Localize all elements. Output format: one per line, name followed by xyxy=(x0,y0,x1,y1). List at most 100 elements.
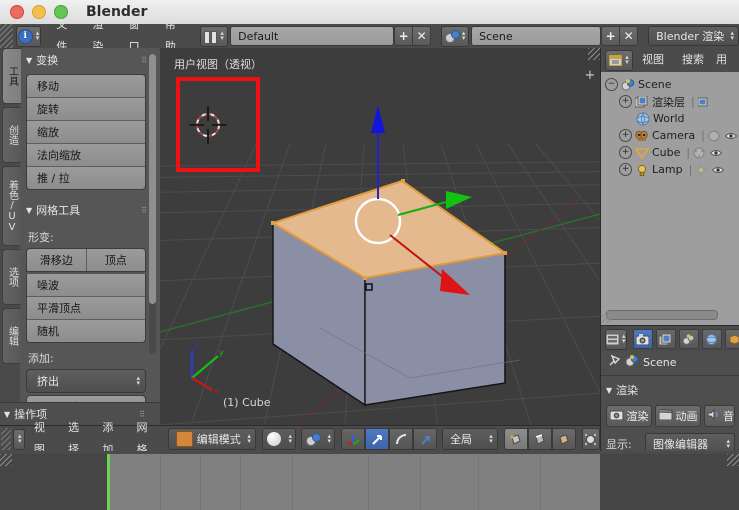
delete-screen-button[interactable]: ✕ xyxy=(412,26,432,46)
screen-layout-field[interactable]: Default xyxy=(230,26,395,46)
scale-manipulator-button[interactable] xyxy=(413,428,438,450)
tool-shelf-scrollbar[interactable] xyxy=(149,54,156,354)
properties-tab-object[interactable] xyxy=(724,329,739,349)
tab-edit[interactable]: 编辑 xyxy=(2,308,21,364)
properties-tab-render[interactable] xyxy=(632,329,653,349)
scene-icon xyxy=(621,78,635,92)
timeline-right-grip[interactable] xyxy=(727,454,739,466)
tab-create[interactable]: 创造 xyxy=(2,107,21,163)
outliner-menu-extra[interactable]: 用 xyxy=(713,49,730,71)
proportional-edit-icon[interactable] xyxy=(581,428,601,450)
outliner-editor-type-button[interactable]: ▴ ▾ xyxy=(605,49,633,71)
viewport-corner-grip[interactable] xyxy=(588,48,600,60)
outliner-corner-grip[interactable] xyxy=(601,311,613,323)
render-image-button[interactable]: 渲染 xyxy=(606,405,652,427)
add-scene-button[interactable]: + xyxy=(601,26,620,46)
panel-title: 变换 xyxy=(36,54,59,67)
tab-shading-uv[interactable]: 着色/UV xyxy=(2,166,21,246)
hide-eye-icon[interactable] xyxy=(724,129,738,143)
expand-icon[interactable]: + xyxy=(619,163,632,176)
tab-tools[interactable]: 工具 xyxy=(2,48,21,104)
tool-vertex[interactable]: 顶点 xyxy=(86,249,145,271)
panel-header-transform[interactable]: ▼ 变换 ⠿ xyxy=(22,48,150,72)
chevron-updown-icon: ▴ ▾ xyxy=(17,432,22,445)
properties-tab-scene[interactable] xyxy=(678,329,699,349)
rotate-manipulator-button[interactable] xyxy=(389,428,414,450)
expand-icon[interactable]: + xyxy=(619,95,632,108)
viewport-header-grip[interactable] xyxy=(1,428,11,450)
outliner-scrollbar[interactable] xyxy=(606,310,718,320)
panel-header-mesh-tools[interactable]: ▼ 网格工具 ⠿ xyxy=(22,198,150,222)
outliner-row-camera[interactable]: + Camera | xyxy=(605,127,739,144)
panel-header-render[interactable]: ▼ 渲染 xyxy=(601,378,739,402)
tab-label: 创造 xyxy=(6,125,18,145)
add-screen-button[interactable]: + xyxy=(394,26,413,46)
tool-scale[interactable]: 缩放 xyxy=(27,121,145,144)
outliner-row-cube[interactable]: + Cube | xyxy=(605,144,739,161)
close-button[interactable] xyxy=(10,5,24,19)
outliner-header: ▴ ▾ 视图 搜索 用 xyxy=(600,48,739,73)
face-select-icon[interactable] xyxy=(551,428,576,450)
mesh-data-icon[interactable] xyxy=(692,146,706,160)
edit-mode-icon xyxy=(175,431,193,447)
outliner-row-lamp[interactable]: + Lamp | xyxy=(605,161,739,178)
timeline-editor[interactable] xyxy=(0,454,739,510)
pin-icon[interactable] xyxy=(607,354,621,371)
svg-text:z: z xyxy=(194,341,198,350)
manipulator-toggle-button[interactable] xyxy=(341,428,366,450)
scene-icon-button[interactable]: ▴ ▾ xyxy=(441,25,470,47)
properties-tab-renderlayers[interactable] xyxy=(655,329,676,349)
tool-push-pull[interactable]: 推 / 拉 xyxy=(27,167,145,189)
expand-icon[interactable]: + xyxy=(619,146,632,159)
outliner-row-renderlayer[interactable]: + 渲染层 | xyxy=(605,93,739,110)
viewport-toolbar-expand-icon[interactable]: + xyxy=(584,69,596,82)
timeline-post-range xyxy=(600,454,739,510)
outliner-row-world[interactable]: World xyxy=(605,110,739,127)
tool-noise[interactable]: 噪波 xyxy=(27,274,145,297)
vertex-select-icon[interactable] xyxy=(503,428,528,450)
chevron-updown-icon: ▴ ▾ xyxy=(327,432,332,445)
tool-smooth-vertex[interactable]: 平滑顶点 xyxy=(27,297,145,320)
hide-eye-icon[interactable] xyxy=(709,146,723,160)
scene-mode-dropdown[interactable]: ▴ ▾ xyxy=(301,428,336,450)
outliner-row-scene[interactable]: − Scene xyxy=(605,76,739,93)
viewport-3d[interactable]: z y x 用户视图（透视） (1) Cube + xyxy=(160,48,600,425)
editor-type-selector[interactable]: i ▴ ▾ xyxy=(15,25,42,47)
scene-field[interactable]: Scene xyxy=(471,26,602,46)
tool-rotate[interactable]: 旋转 xyxy=(27,98,145,121)
tool-move[interactable]: 移动 xyxy=(27,75,145,98)
transform-orientation-dropdown[interactable]: 全局 ▴ ▾ xyxy=(442,428,498,450)
render-animation-button[interactable]: 动画 xyxy=(655,405,701,427)
solid-shading-icon xyxy=(266,432,281,446)
properties-tab-world[interactable] xyxy=(701,329,722,349)
properties-editor-type-button[interactable]: ▴ ▾ xyxy=(605,328,627,350)
interaction-mode-dropdown[interactable]: 编辑模式 ▴ ▾ xyxy=(167,428,256,450)
screen-layout-icon-button[interactable]: ▴ ▾ xyxy=(200,25,229,47)
camera-data-icon[interactable] xyxy=(707,129,721,143)
tool-shrink-fatten[interactable]: 法向缩放 xyxy=(27,144,145,167)
expand-icon[interactable]: + xyxy=(619,129,632,142)
hide-eye-icon[interactable] xyxy=(711,163,725,177)
viewport-editor-type-button[interactable]: ▴ ▾ xyxy=(12,428,25,450)
edge-select-icon[interactable] xyxy=(527,428,552,450)
tool-extrude-dropdown[interactable]: 挤出 ▴ ▾ xyxy=(26,369,146,393)
renderlayer-restrict-icon[interactable] xyxy=(697,95,711,109)
render-audio-button[interactable]: 音 xyxy=(704,405,735,427)
outliner-menu-search[interactable]: 搜索 xyxy=(673,49,713,71)
timeline-playhead[interactable] xyxy=(107,454,110,510)
delete-scene-button[interactable]: ✕ xyxy=(619,26,639,46)
tab-options[interactable]: 选项 xyxy=(2,249,21,305)
lamp-data-icon[interactable] xyxy=(694,163,708,177)
viewport-shading-dropdown[interactable]: ▴ ▾ xyxy=(261,428,296,450)
outliner-menu-view[interactable]: 视图 xyxy=(633,49,673,71)
minimize-button[interactable] xyxy=(32,5,46,19)
timeline-corner-grip[interactable] xyxy=(0,454,12,466)
header-corner-grip[interactable] xyxy=(0,24,13,48)
outliner-panel[interactable]: − Scene + 渲染层 | World + Camera | + Cube … xyxy=(600,72,739,325)
render-engine-dropdown[interactable]: Blender 渲染 ▴ ▾ xyxy=(648,26,739,46)
translate-manipulator-button[interactable] xyxy=(365,428,390,450)
outliner-divider: | xyxy=(701,129,705,142)
tool-edge-slide[interactable]: 滑移边 xyxy=(27,249,87,271)
tool-randomize[interactable]: 随机 xyxy=(27,320,145,342)
collapse-icon[interactable]: − xyxy=(605,78,618,91)
